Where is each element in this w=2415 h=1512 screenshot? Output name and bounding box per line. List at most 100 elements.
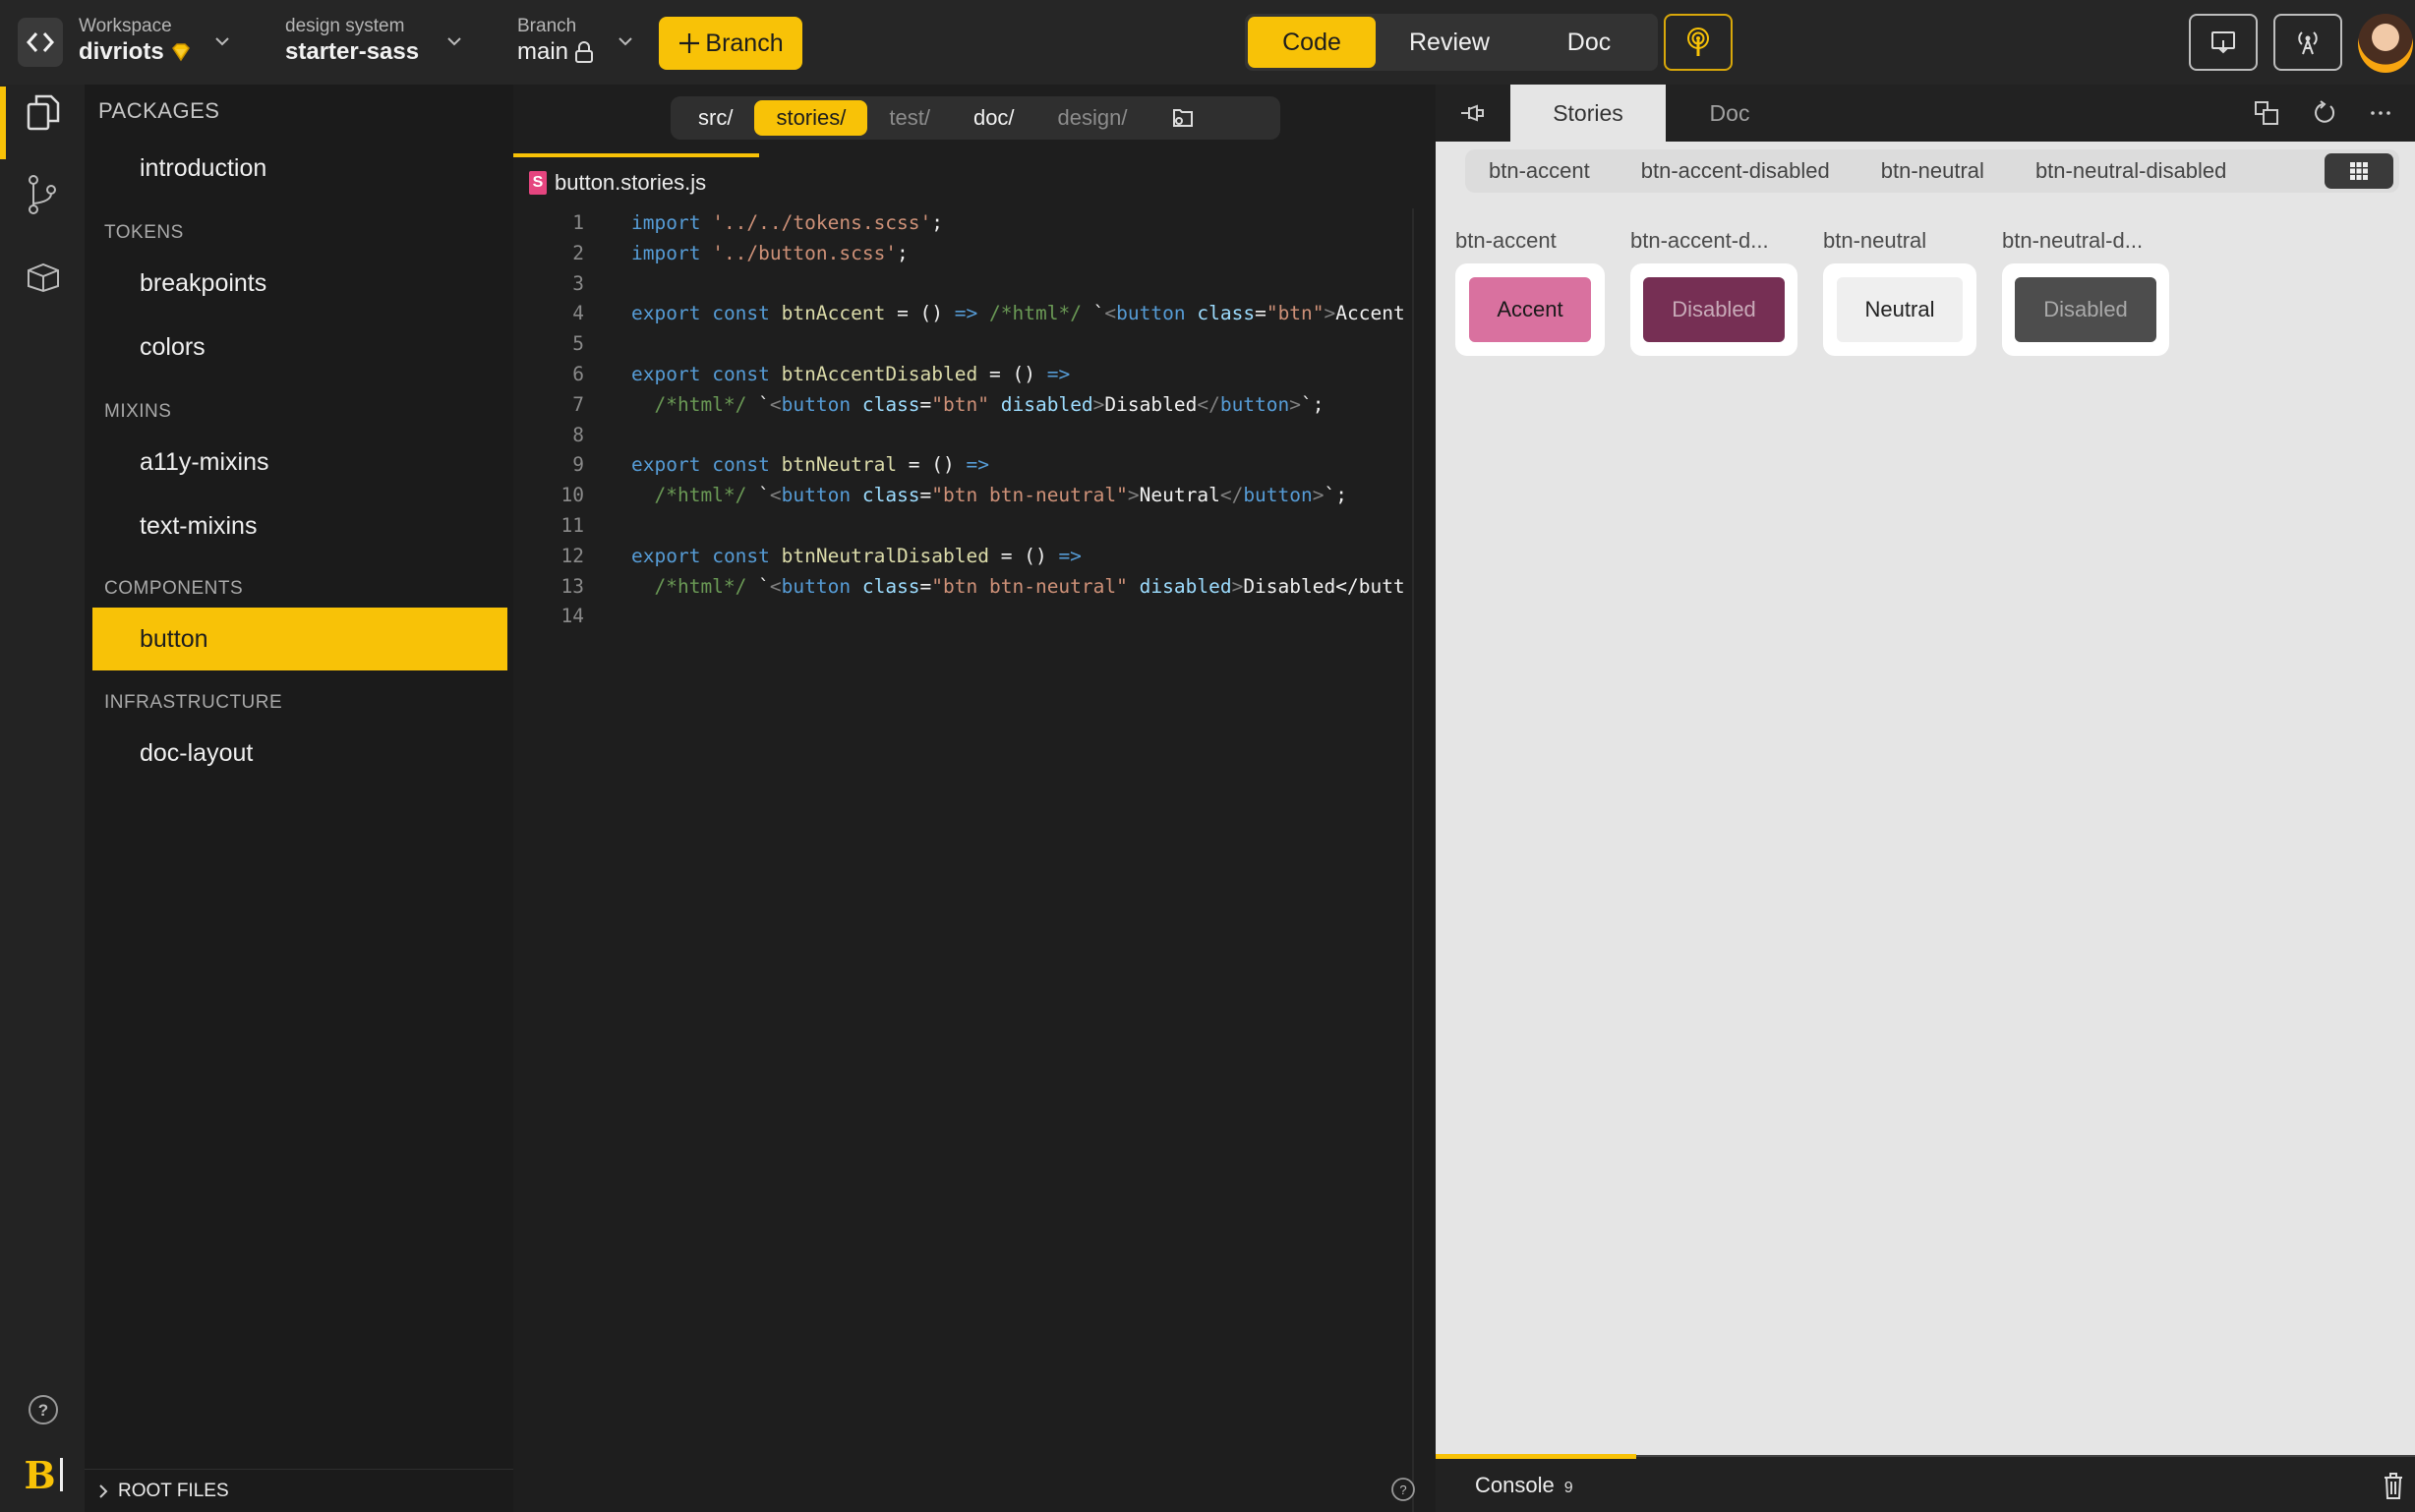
line-number: 8 <box>572 423 584 446</box>
chevron-down-icon[interactable] <box>616 31 635 51</box>
folder-tab-design[interactable]: design/ <box>1036 100 1149 136</box>
line-content: export const btnAccent = () => /*html*/ … <box>631 302 1405 325</box>
console-tab[interactable]: Console 9 <box>1475 1473 1573 1498</box>
line-content: /*html*/ `<button class="btn" disabled>D… <box>654 392 1325 416</box>
story-name: btn-accent-d... <box>1630 228 1769 253</box>
svg-text:?: ? <box>38 1401 48 1420</box>
file-tab-name: button.stories.js <box>555 170 707 195</box>
live-broadcast-button[interactable] <box>1664 14 1733 71</box>
preview-tab-bar: Stories Doc <box>1436 85 2415 142</box>
line-content <box>584 329 631 360</box>
tree-item-breakpoints[interactable]: breakpoints <box>92 252 507 315</box>
more-horizontal-icon <box>2371 111 2390 115</box>
present-button[interactable] <box>2189 14 2258 71</box>
story-link-btn-accent[interactable]: btn-accent <box>1489 158 1590 184</box>
code-line[interactable]: 7 /*html*/ `<button class="btn" disabled… <box>513 390 1412 421</box>
tree-item-doc-layout[interactable]: doc-layout <box>92 722 507 785</box>
code-line[interactable]: 10 /*html*/ `<button class="btn btn-neut… <box>513 481 1412 511</box>
code-brackets-icon <box>26 32 55 52</box>
tree-item-button[interactable]: button <box>92 608 507 670</box>
tree-item-a11y-mixins[interactable]: a11y-mixins <box>92 431 507 494</box>
design-system-selector[interactable]: design system starter-sass <box>285 16 419 67</box>
pin-icon[interactable] <box>1457 98 1487 128</box>
code-line[interactable]: 1 import '../../tokens.scss'; <box>513 208 1412 239</box>
line-number: 10 <box>560 484 584 507</box>
root-files-label: ROOT FILES <box>118 1480 229 1501</box>
reload-button[interactable] <box>2309 98 2338 128</box>
code-line[interactable]: 13 /*html*/ `<button class="btn btn-neut… <box>513 572 1412 603</box>
activity-source-control[interactable] <box>22 173 65 216</box>
line-content <box>584 511 631 542</box>
workspace-selector[interactable]: Workspace divriots <box>79 16 192 67</box>
demo-button-neutral[interactable]: Neutral <box>1837 277 1963 342</box>
brand-logo-bar <box>59 1458 63 1491</box>
tree-item-text-mixins[interactable]: text-mixins <box>92 494 507 557</box>
chevron-down-icon[interactable] <box>444 31 464 51</box>
folder-tab-src[interactable]: src/ <box>677 100 754 136</box>
more-options-button[interactable] <box>2366 98 2395 128</box>
line-number: 6 <box>572 362 584 385</box>
add-branch-button[interactable]: Branch <box>659 17 802 70</box>
story-link-btn-neutral[interactable]: btn-neutral <box>1881 158 1984 184</box>
story-link-btn-accent-disabled[interactable]: btn-accent-disabled <box>1641 158 1830 184</box>
refresh-icon <box>2315 100 2335 123</box>
code-line[interactable]: 3 <box>513 269 1412 300</box>
demo-button-accent-disabled[interactable]: Disabled <box>1643 277 1785 342</box>
code-line[interactable]: 11 <box>513 511 1412 542</box>
code-line[interactable]: 6 export const btnAccentDisabled = () => <box>513 360 1412 390</box>
svg-text:?: ? <box>1399 1483 1406 1497</box>
activity-packages[interactable] <box>22 256 65 299</box>
root-files-toggle[interactable]: ROOT FILES <box>85 1469 513 1512</box>
mode-tab-review[interactable]: Review <box>1376 17 1523 68</box>
preview-tab-stories[interactable]: Stories <box>1510 85 1666 142</box>
branch-selector[interactable]: Branch main <box>517 16 594 67</box>
story-card: btn-accent Accent <box>1455 228 1605 356</box>
story-canvas: Disabled <box>2002 263 2169 356</box>
git-branch-icon <box>29 175 56 214</box>
code-toggle-button[interactable] <box>18 18 63 67</box>
workspace-name: divriots <box>79 38 164 65</box>
folder-tab-doc[interactable]: doc/ <box>952 100 1036 136</box>
tree-item-introduction[interactable]: introduction <box>92 137 507 200</box>
open-external-button[interactable] <box>2252 98 2281 128</box>
premium-gem-icon <box>171 43 190 62</box>
demo-button-neutral-disabled[interactable]: Disabled <box>2015 277 2156 342</box>
code-line[interactable]: 5 <box>513 329 1412 360</box>
code-line[interactable]: 2 import '../button.scss'; <box>513 239 1412 269</box>
folder-tab-test[interactable]: test/ <box>867 100 952 136</box>
line-number: 7 <box>572 392 584 416</box>
code-line[interactable]: 14 <box>513 602 1412 632</box>
line-number: 9 <box>572 453 584 477</box>
demo-button-accent[interactable]: Accent <box>1469 277 1591 342</box>
story-navigation: btn-accent btn-accent-disabled btn-neutr… <box>1465 149 2399 193</box>
code-line[interactable]: 4 export const btnAccent = () => /*html*/… <box>513 299 1412 329</box>
trash-icon[interactable] <box>2382 1471 2405 1500</box>
story-link-btn-neutral-disabled[interactable]: btn-neutral-disabled <box>2035 158 2226 184</box>
broadcast-button[interactable] <box>2273 14 2342 71</box>
line-number: 13 <box>560 574 584 598</box>
code-lines[interactable]: 1 import '../../tokens.scss'; 2 import '../… <box>513 208 1412 632</box>
story-card: btn-neutral Neutral <box>1823 228 1976 356</box>
mode-tab-doc[interactable]: Doc <box>1523 17 1655 68</box>
code-line[interactable]: 12 export const btnNeutralDisabled = () =… <box>513 542 1412 572</box>
file-tab-button-stories[interactable]: S button.stories.js <box>513 153 759 208</box>
storybook-file-icon: S <box>529 171 547 195</box>
folder-settings-button[interactable] <box>1149 100 1216 136</box>
folder-tab-stories[interactable]: stories/ <box>754 100 868 136</box>
grid-view-button[interactable] <box>2325 153 2393 189</box>
code-line[interactable]: 9 export const btnNeutral = () => <box>513 450 1412 481</box>
help-button[interactable]: ? <box>22 1388 65 1431</box>
line-number: 2 <box>572 241 584 264</box>
editor-split-divider[interactable] <box>1412 208 1414 1512</box>
line-content: export const btnNeutral = () => <box>631 453 989 477</box>
chevron-down-icon[interactable] <box>212 31 232 51</box>
mode-tab-code[interactable]: Code <box>1248 17 1376 68</box>
package-explorer: PACKAGES introduction TOKENS breakpoints… <box>85 85 513 1512</box>
preview-tab-doc[interactable]: Doc <box>1666 85 1794 142</box>
help-icon[interactable]: ? <box>1390 1477 1416 1502</box>
tree-item-colors[interactable]: colors <box>92 316 507 378</box>
folder-switcher: src/ stories/ test/ doc/ design/ <box>671 96 1280 140</box>
activity-files[interactable] <box>22 90 65 134</box>
code-line[interactable]: 8 <box>513 421 1412 451</box>
user-avatar[interactable] <box>2358 14 2413 73</box>
